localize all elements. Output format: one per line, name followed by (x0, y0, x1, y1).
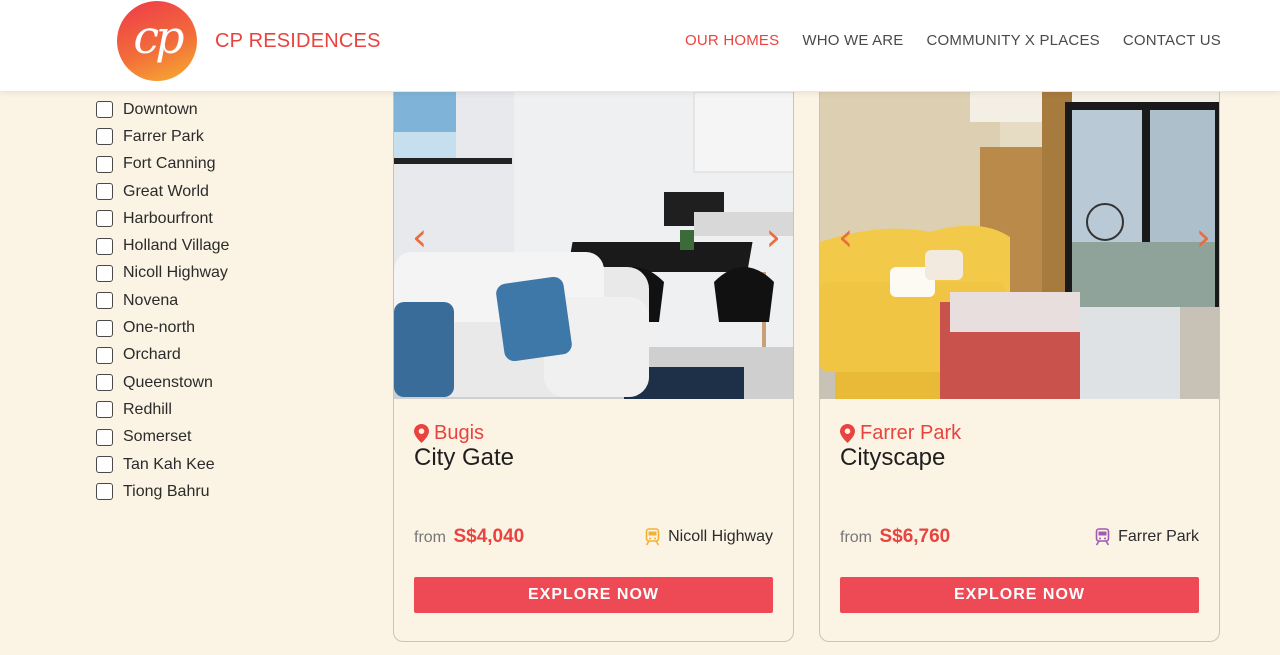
filter-label: Harbourfront (123, 209, 213, 227)
filter-redhill[interactable]: Redhill (96, 396, 356, 423)
living-room-photo (820, 92, 1219, 399)
filter-one-north[interactable]: One-north (96, 314, 356, 341)
property-title[interactable]: City Gate (414, 444, 514, 472)
filter-label: Redhill (123, 400, 172, 418)
property-card-city-gate[interactable]: ‹ › Bugis City Gate from S$4,040 Nicoll … (393, 92, 794, 642)
filter-tan-kah-kee[interactable]: Tan Kah Kee (96, 451, 356, 478)
checkbox[interactable] (96, 483, 113, 501)
checkbox[interactable] (96, 183, 113, 201)
price-value: S$4,040 (453, 526, 525, 547)
checkbox[interactable] (96, 428, 113, 446)
map-pin-icon (414, 424, 429, 443)
mrt-station: Farrer Park (1095, 528, 1199, 546)
filter-label: Tan Kah Kee (123, 455, 215, 473)
nav-our-homes[interactable]: OUR HOMES (685, 32, 779, 49)
checkbox[interactable] (96, 401, 113, 419)
explore-now-button[interactable]: EXPLORE NOW (414, 577, 773, 613)
filter-label: One-north (123, 319, 196, 337)
explore-now-button[interactable]: EXPLORE NOW (840, 577, 1199, 613)
price-value: S$6,760 (879, 526, 951, 547)
filter-harbourfront[interactable]: Harbourfront (96, 205, 356, 232)
train-icon (1095, 528, 1110, 546)
filter-holland-village[interactable]: Holland Village (96, 232, 356, 259)
price-prefix: from (414, 529, 446, 546)
checkbox[interactable] (96, 101, 113, 119)
checkbox[interactable] (96, 456, 113, 473)
train-icon (645, 528, 660, 546)
filter-label: Somerset (123, 428, 192, 446)
filter-label: Orchard (123, 346, 181, 364)
filter-label: Fort Canning (123, 155, 216, 173)
property-price: from S$4,040 (414, 526, 524, 548)
filter-orchard[interactable]: Orchard (96, 342, 356, 369)
brand-name[interactable]: CP RESIDENCES (215, 30, 381, 53)
filter-label: Great World (123, 182, 209, 200)
main-nav: OUR HOMES WHO WE ARE COMMUNITY X PLACES … (662, 32, 1221, 49)
property-card-cityscape[interactable]: ‹ › Farrer Park Cityscape from S$6,760 F… (819, 92, 1220, 642)
filter-novena[interactable]: Novena (96, 287, 356, 314)
property-photo[interactable]: ‹ › (394, 92, 793, 399)
checkbox[interactable] (96, 237, 113, 255)
checkbox[interactable] (96, 264, 113, 282)
price-prefix: from (840, 529, 872, 546)
filter-label: Farrer Park (123, 127, 204, 145)
filter-tiong-bahru[interactable]: Tiong Bahru (96, 478, 356, 505)
property-photo[interactable]: ‹ › (820, 92, 1219, 399)
filter-label: Downtown (123, 100, 198, 118)
site-header: cp CP RESIDENCES OUR HOMES WHO WE ARE CO… (0, 0, 1280, 91)
checkbox[interactable] (96, 155, 113, 173)
prev-image-button[interactable]: ‹ (838, 218, 853, 256)
mrt-station: Nicoll Highway (645, 528, 773, 546)
nav-who-we-are[interactable]: WHO WE ARE (802, 32, 903, 49)
filter-queenstown[interactable]: Queenstown (96, 369, 356, 396)
next-image-button[interactable]: › (766, 218, 781, 256)
filter-label: Holland Village (123, 237, 230, 255)
logo-text: cp (133, 10, 184, 64)
logo[interactable]: cp (117, 1, 197, 81)
checkbox[interactable] (96, 374, 113, 392)
checkbox[interactable] (96, 128, 113, 146)
checkbox[interactable] (96, 292, 113, 310)
property-price: from S$6,760 (840, 526, 950, 548)
checkbox[interactable] (96, 210, 113, 228)
filter-fort-canning[interactable]: Fort Canning (96, 151, 356, 178)
property-location: Bugis (414, 422, 484, 445)
filter-nicoll-highway[interactable]: Nicoll Highway (96, 260, 356, 287)
property-title[interactable]: Cityscape (840, 444, 945, 472)
checkbox[interactable] (96, 346, 113, 364)
station-name: Farrer Park (1118, 528, 1199, 545)
property-location: Farrer Park (840, 422, 961, 445)
filter-great-world[interactable]: Great World (96, 178, 356, 205)
nav-community-x-places[interactable]: COMMUNITY X PLACES (927, 32, 1100, 49)
location-filter-list: Downtown Farrer Park Fort Canning Great … (96, 96, 356, 505)
filter-downtown[interactable]: Downtown (96, 96, 356, 123)
station-name: Nicoll Highway (668, 528, 773, 545)
prev-image-button[interactable]: ‹ (412, 218, 427, 256)
location-label: Bugis (434, 422, 485, 444)
filter-label: Queenstown (123, 373, 213, 391)
living-room-photo (394, 92, 793, 399)
filter-farrer-park[interactable]: Farrer Park (96, 123, 356, 150)
nav-contact-us[interactable]: CONTACT US (1123, 32, 1221, 49)
filter-label: Nicoll Highway (123, 264, 228, 282)
filter-label: Novena (123, 291, 179, 309)
location-label: Farrer Park (860, 422, 962, 444)
filter-label: Tiong Bahru (123, 482, 210, 500)
checkbox[interactable] (96, 319, 113, 337)
map-pin-icon (840, 424, 855, 443)
filter-somerset[interactable]: Somerset (96, 424, 356, 451)
next-image-button[interactable]: › (1196, 218, 1211, 256)
